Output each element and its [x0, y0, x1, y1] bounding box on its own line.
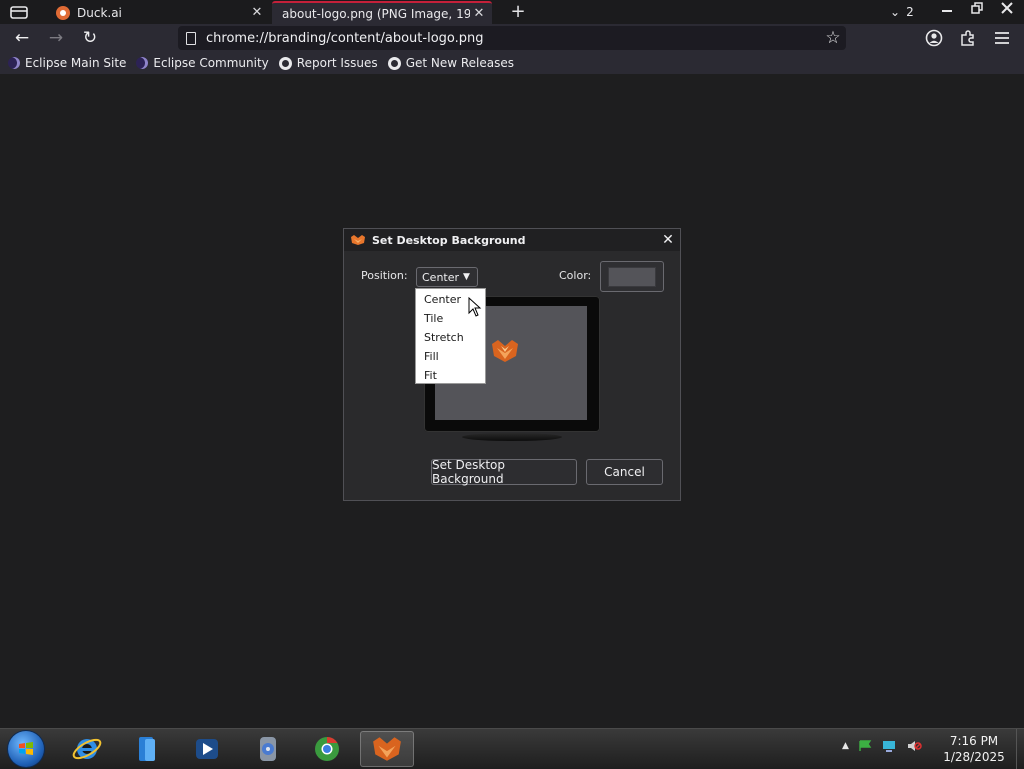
dialog-titlebar[interactable]: Set Desktop Background ✕ [344, 229, 680, 251]
color-swatch [608, 267, 656, 287]
windows-logo-icon [19, 742, 33, 755]
new-tab-button[interactable]: + [508, 1, 528, 23]
reload-icon: ↻ [82, 28, 98, 48]
bookmark-label: Report Issues [296, 56, 378, 70]
logo-preview-image [492, 340, 518, 362]
bookmarks-toolbar: Eclipse Main Site Eclipse Community Repo… [0, 52, 1024, 74]
github-icon [387, 56, 401, 70]
show-desktop-button[interactable] [1016, 729, 1024, 769]
minimize-icon [942, 10, 952, 12]
bookmark-report-issues[interactable]: Report Issues [278, 56, 378, 70]
tab-overflow-button[interactable]: ⌄ 2 [890, 3, 914, 21]
account-icon [925, 29, 943, 47]
taskbar-chrome[interactable] [300, 731, 354, 767]
navigation-toolbar: ← → ↻ chrome://branding/content/about-lo… [0, 24, 1024, 52]
show-hidden-icons-button[interactable]: ▲ [842, 741, 849, 751]
github-icon [278, 56, 292, 70]
account-button[interactable] [923, 28, 945, 48]
tab-close-button[interactable]: ✕ [470, 6, 488, 21]
extensions-button[interactable] [957, 28, 979, 48]
star-icon: ☆ [825, 28, 841, 48]
page-icon [186, 31, 196, 45]
system-clock[interactable]: 7:16 PM 1/28/2025 [940, 733, 1008, 765]
bookmark-label: Eclipse Main Site [25, 56, 127, 70]
position-select-value: Center [422, 270, 460, 284]
url-text[interactable]: chrome://branding/content/about-logo.png [206, 31, 820, 46]
color-picker-button[interactable] [600, 261, 664, 292]
bookmark-label: Get New Releases [405, 56, 515, 70]
eclipse-icon [136, 57, 149, 69]
restore-button[interactable] [962, 0, 992, 22]
dialog-title: Set Desktop Background [372, 233, 526, 247]
internet-explorer-icon [72, 738, 102, 760]
duckduckgo-icon [56, 5, 70, 20]
mouse-cursor-icon [468, 297, 482, 317]
chevron-down-icon: ⌄ [890, 5, 901, 19]
bookmark-label: Eclipse Community [153, 56, 269, 70]
arrow-right-icon: → [48, 28, 64, 48]
dropdown-option-stretch[interactable]: Stretch [416, 328, 485, 347]
bookmark-get-new-releases[interactable]: Get New Releases [387, 56, 515, 70]
reload-button[interactable]: ↻ [79, 28, 101, 48]
installer-disc-icon [260, 737, 276, 761]
media-player-icon [196, 739, 218, 759]
cancel-button[interactable]: Cancel [586, 459, 663, 485]
hamburger-menu-icon [995, 32, 1009, 44]
minimize-button[interactable] [932, 0, 962, 22]
taskbar-browser-active[interactable] [360, 731, 414, 767]
tab-strip: Duck.ai ✕ about-logo.png (PNG Image, 192… [0, 0, 1024, 24]
set-desktop-background-button[interactable]: Set Desktop Background [431, 458, 577, 486]
menu-button[interactable] [991, 28, 1013, 48]
position-label: Position: [361, 269, 408, 282]
volume-muted-icon[interactable] [906, 739, 922, 753]
set-desktop-background-dialog: Set Desktop Background ✕ Position: Cente… [343, 228, 681, 501]
app-logo-icon [351, 235, 365, 245]
clock-date: 1/28/2025 [943, 750, 1005, 764]
dialog-close-button[interactable]: ✕ [656, 232, 680, 248]
arrow-left-icon: ← [14, 28, 30, 48]
back-button[interactable]: ← [11, 28, 33, 48]
tab-title: Duck.ai [77, 5, 122, 20]
position-select[interactable]: Center ▼ [416, 267, 478, 287]
tab-about-logo[interactable]: about-logo.png (PNG Image, 192 × 192 pix… [272, 1, 492, 24]
taskbar-file-explorer[interactable] [120, 731, 174, 767]
tab-overflow-count: 2 [906, 5, 914, 19]
taskbar-installer[interactable] [240, 731, 294, 767]
bookmark-eclipse-community[interactable]: Eclipse Community [136, 56, 269, 70]
taskbar: ▲ 7:16 PM 1/28/2025 [0, 728, 1024, 769]
bookmark-star-button[interactable]: ☆ [820, 28, 846, 48]
bookmark-eclipse-main-site[interactable]: Eclipse Main Site [8, 56, 126, 70]
network-icon[interactable] [881, 739, 897, 753]
restore-icon [971, 2, 983, 14]
tab-duck-ai[interactable]: Duck.ai ✕ [46, 1, 270, 24]
file-explorer-icon [139, 737, 155, 761]
close-icon [1001, 2, 1013, 14]
forward-button[interactable]: → [45, 28, 67, 48]
tab-close-button[interactable]: ✕ [248, 5, 266, 20]
dropdown-option-fill[interactable]: Fill [416, 347, 485, 366]
monitor-stand [462, 433, 562, 441]
system-tray: ▲ [842, 739, 922, 753]
taskbar-media-player[interactable] [180, 731, 234, 767]
start-button[interactable] [8, 731, 44, 767]
close-window-button[interactable] [992, 0, 1022, 22]
url-bar[interactable]: chrome://branding/content/about-logo.png… [178, 26, 846, 50]
taskbar-internet-explorer[interactable] [60, 731, 114, 767]
tab-list-button[interactable] [9, 4, 29, 20]
color-label: Color: [559, 269, 592, 282]
chrome-icon [315, 737, 339, 761]
eclipse-icon [8, 57, 20, 69]
tab-list-icon [10, 6, 28, 19]
clock-time: 7:16 PM [949, 734, 999, 748]
browser-logo-icon [373, 737, 401, 761]
dropdown-option-fit[interactable]: Fit [416, 366, 485, 385]
puzzle-icon [961, 30, 974, 46]
action-center-flag-icon[interactable] [858, 740, 872, 752]
tab-title: about-logo.png (PNG Image, 192 × 192 pix… [282, 6, 470, 21]
close-icon: ✕ [662, 232, 674, 248]
chevron-down-icon: ▼ [463, 272, 470, 282]
